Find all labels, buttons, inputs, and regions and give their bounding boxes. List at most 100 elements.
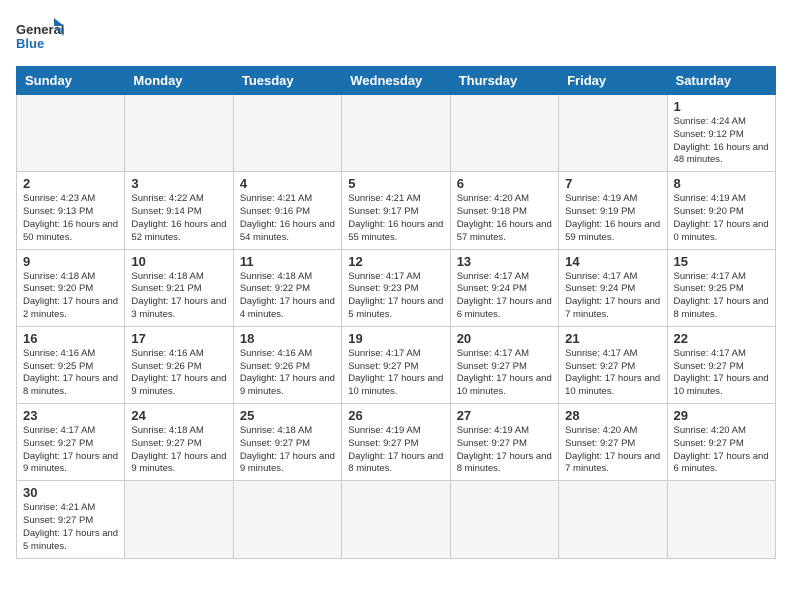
day-cell: 4 Sunrise: 4:21 AM Sunset: 9:16 PM Daylig… — [233, 172, 341, 249]
day-info: Sunrise: 4:18 AM Sunset: 9:27 PM Dayligh… — [240, 425, 335, 476]
day-cell: 8Sunrise: 4:19 AM Sunset: 9:20 PM Daylig… — [667, 172, 775, 249]
day-cell — [233, 95, 341, 172]
day-number: 10 — [131, 254, 226, 269]
day-header-sunday: Sunday — [17, 67, 125, 95]
day-header-monday: Monday — [125, 67, 233, 95]
day-cell: 6 Sunrise: 4:20 AM Sunset: 9:18 PM Daylig… — [450, 172, 558, 249]
day-number: 13 — [457, 254, 552, 269]
week-row-2: 2 Sunrise: 4:23 AM Sunset: 9:13 PM Daylig… — [17, 172, 776, 249]
logo: General Blue — [16, 16, 66, 56]
day-headers-row: SundayMondayTuesdayWednesdayThursdayFrid… — [17, 67, 776, 95]
day-cell — [125, 95, 233, 172]
day-info: Sunrise: 4:20 AM Sunset: 9:18 PM Dayligh… — [457, 193, 552, 244]
day-cell: 17Sunrise: 4:16 AM Sunset: 9:26 PM Dayli… — [125, 326, 233, 403]
day-header-saturday: Saturday — [667, 67, 775, 95]
day-number: 7 — [565, 176, 660, 191]
day-info: Sunrise: 4:16 AM Sunset: 9:25 PM Dayligh… — [23, 348, 118, 399]
day-info: Sunrise: 4:19 AM Sunset: 9:20 PM Dayligh… — [674, 193, 769, 244]
day-header-friday: Friday — [559, 67, 667, 95]
day-cell: 16 Sunrise: 4:16 AM Sunset: 9:25 PM Dayli… — [17, 326, 125, 403]
day-info: Sunrise: 4:17 AM Sunset: 9:24 PM Dayligh… — [565, 271, 660, 322]
day-info: Sunrise: 4:19 AM Sunset: 9:19 PM Dayligh… — [565, 193, 660, 244]
svg-text:Blue: Blue — [16, 36, 44, 51]
day-number: 23 — [23, 408, 118, 423]
day-cell — [450, 95, 558, 172]
day-info: Sunrise: 4:18 AM Sunset: 9:20 PM Dayligh… — [23, 271, 118, 322]
day-cell: 26Sunrise: 4:19 AM Sunset: 9:27 PM Dayli… — [342, 404, 450, 481]
day-number: 16 — [23, 331, 118, 346]
day-cell: 19Sunrise: 4:17 AM Sunset: 9:27 PM Dayli… — [342, 326, 450, 403]
day-info: Sunrise: 4:21 AM Sunset: 9:16 PM Dayligh… — [240, 193, 335, 244]
day-info: Sunrise: 4:22 AM Sunset: 9:14 PM Dayligh… — [131, 193, 226, 244]
day-info: Sunrise: 4:17 AM Sunset: 9:27 PM Dayligh… — [674, 348, 769, 399]
day-number: 2 — [23, 176, 118, 191]
logo-svg: General Blue — [16, 16, 66, 56]
day-header-thursday: Thursday — [450, 67, 558, 95]
day-cell: 22 Sunrise: 4:17 AM Sunset: 9:27 PM Dayli… — [667, 326, 775, 403]
day-cell — [667, 481, 775, 558]
day-cell: 30Sunrise: 4:21 AM Sunset: 9:27 PM Dayli… — [17, 481, 125, 558]
day-info: Sunrise: 4:17 AM Sunset: 9:27 PM Dayligh… — [23, 425, 118, 476]
day-number: 19 — [348, 331, 443, 346]
day-cell: 18 Sunrise: 4:16 AM Sunset: 9:26 PM Dayli… — [233, 326, 341, 403]
day-cell: 29Sunrise: 4:20 AM Sunset: 9:27 PM Dayli… — [667, 404, 775, 481]
day-cell: 25Sunrise: 4:18 AM Sunset: 9:27 PM Dayli… — [233, 404, 341, 481]
day-info: Sunrise: 4:17 AM Sunset: 9:27 PM Dayligh… — [457, 348, 552, 399]
day-cell: 3Sunrise: 4:22 AM Sunset: 9:14 PM Daylig… — [125, 172, 233, 249]
day-info: Sunrise: 4:19 AM Sunset: 9:27 PM Dayligh… — [457, 425, 552, 476]
day-info: Sunrise: 4:23 AM Sunset: 9:13 PM Dayligh… — [23, 193, 118, 244]
day-cell: 27 Sunrise: 4:19 AM Sunset: 9:27 PM Dayli… — [450, 404, 558, 481]
day-cell: 21Sunrise: 4:17 AM Sunset: 9:27 PM Dayli… — [559, 326, 667, 403]
day-number: 11 — [240, 254, 335, 269]
day-number: 5 — [348, 176, 443, 191]
day-info: Sunrise: 4:16 AM Sunset: 9:26 PM Dayligh… — [240, 348, 335, 399]
day-cell — [125, 481, 233, 558]
day-cell: 13Sunrise: 4:17 AM Sunset: 9:24 PM Dayli… — [450, 249, 558, 326]
day-cell — [233, 481, 341, 558]
day-cell — [559, 481, 667, 558]
day-cell: 2 Sunrise: 4:23 AM Sunset: 9:13 PM Daylig… — [17, 172, 125, 249]
day-cell: 24 Sunrise: 4:18 AM Sunset: 9:27 PM Dayli… — [125, 404, 233, 481]
day-number: 6 — [457, 176, 552, 191]
day-info: Sunrise: 4:19 AM Sunset: 9:27 PM Dayligh… — [348, 425, 443, 476]
day-header-tuesday: Tuesday — [233, 67, 341, 95]
day-number: 22 — [674, 331, 769, 346]
calendar-table: SundayMondayTuesdayWednesdayThursdayFrid… — [16, 66, 776, 559]
day-cell — [342, 95, 450, 172]
week-row-6: 30Sunrise: 4:21 AM Sunset: 9:27 PM Dayli… — [17, 481, 776, 558]
day-info: Sunrise: 4:18 AM Sunset: 9:27 PM Dayligh… — [131, 425, 226, 476]
day-number: 28 — [565, 408, 660, 423]
day-cell: 12 Sunrise: 4:17 AM Sunset: 9:23 PM Dayli… — [342, 249, 450, 326]
header: General Blue — [16, 16, 776, 56]
day-cell: 28 Sunrise: 4:20 AM Sunset: 9:27 PM Dayli… — [559, 404, 667, 481]
day-number: 17 — [131, 331, 226, 346]
day-info: Sunrise: 4:21 AM Sunset: 9:27 PM Dayligh… — [23, 502, 118, 553]
week-row-3: 9Sunrise: 4:18 AM Sunset: 9:20 PM Daylig… — [17, 249, 776, 326]
day-number: 21 — [565, 331, 660, 346]
day-cell: 5Sunrise: 4:21 AM Sunset: 9:17 PM Daylig… — [342, 172, 450, 249]
day-cell: 10Sunrise: 4:18 AM Sunset: 9:21 PM Dayli… — [125, 249, 233, 326]
day-info: Sunrise: 4:18 AM Sunset: 9:22 PM Dayligh… — [240, 271, 335, 322]
day-info: Sunrise: 4:17 AM Sunset: 9:25 PM Dayligh… — [674, 271, 769, 322]
day-cell: 20Sunrise: 4:17 AM Sunset: 9:27 PM Dayli… — [450, 326, 558, 403]
day-number: 12 — [348, 254, 443, 269]
day-info: Sunrise: 4:24 AM Sunset: 9:12 PM Dayligh… — [674, 116, 769, 167]
week-row-1: 1 Sunrise: 4:24 AM Sunset: 9:12 PM Daylig… — [17, 95, 776, 172]
day-cell — [342, 481, 450, 558]
week-row-4: 16 Sunrise: 4:16 AM Sunset: 9:25 PM Dayli… — [17, 326, 776, 403]
week-row-5: 23 Sunrise: 4:17 AM Sunset: 9:27 PM Dayli… — [17, 404, 776, 481]
day-header-wednesday: Wednesday — [342, 67, 450, 95]
day-number: 14 — [565, 254, 660, 269]
day-info: Sunrise: 4:17 AM Sunset: 9:23 PM Dayligh… — [348, 271, 443, 322]
day-cell: 1 Sunrise: 4:24 AM Sunset: 9:12 PM Daylig… — [667, 95, 775, 172]
day-number: 4 — [240, 176, 335, 191]
day-cell: 23 Sunrise: 4:17 AM Sunset: 9:27 PM Dayli… — [17, 404, 125, 481]
day-number: 27 — [457, 408, 552, 423]
day-cell: 15Sunrise: 4:17 AM Sunset: 9:25 PM Dayli… — [667, 249, 775, 326]
day-number: 18 — [240, 331, 335, 346]
day-cell: 14 Sunrise: 4:17 AM Sunset: 9:24 PM Dayli… — [559, 249, 667, 326]
day-number: 1 — [674, 99, 769, 114]
day-info: Sunrise: 4:20 AM Sunset: 9:27 PM Dayligh… — [565, 425, 660, 476]
day-cell — [17, 95, 125, 172]
day-number: 24 — [131, 408, 226, 423]
